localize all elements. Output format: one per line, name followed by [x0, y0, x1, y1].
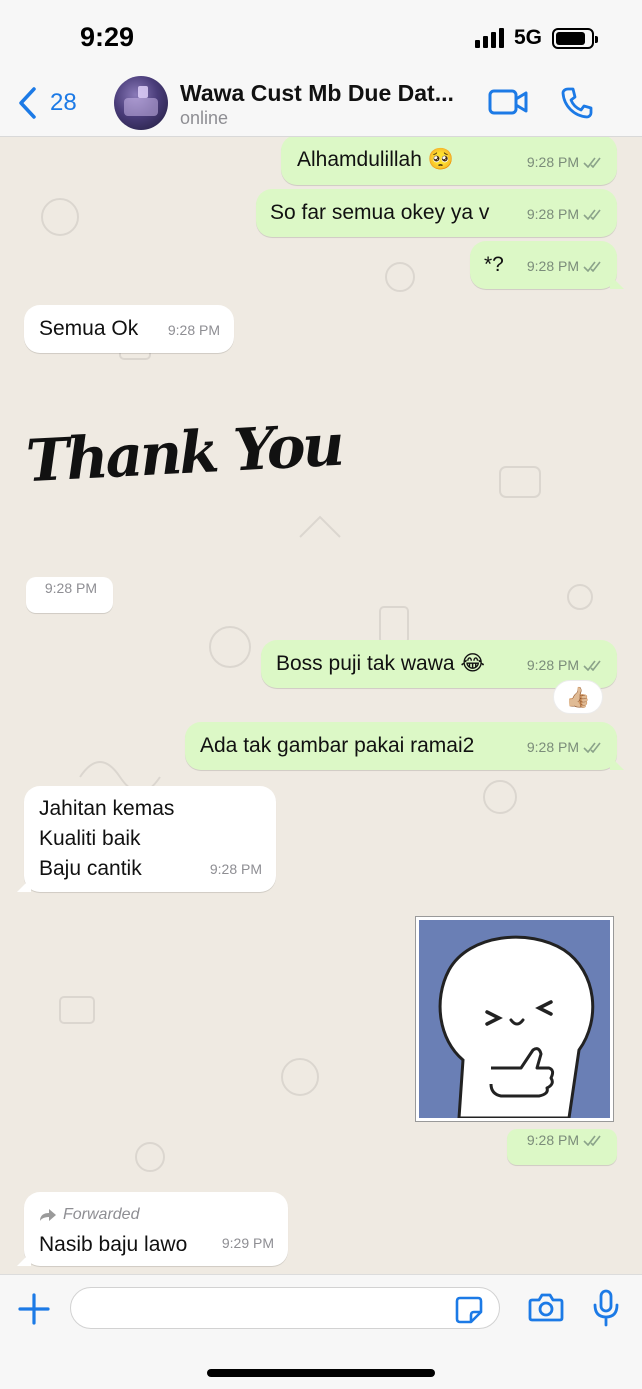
read-ticks-icon — [583, 261, 601, 272]
sticker-time-bubble: 9:28 PM — [26, 577, 113, 613]
message-input[interactable] — [70, 1287, 500, 1329]
forward-arrow-icon — [40, 1209, 56, 1221]
battery-icon — [552, 27, 598, 49]
message-bubble[interactable]: Ada tak gambar pakai ramai2 9:28 PM — [185, 722, 617, 770]
chat-header: 28 Wawa Cust Mb Due Dat... online — [0, 70, 642, 137]
network-type: 5G — [513, 26, 542, 49]
status-bar: 9:29 5G — [0, 0, 642, 70]
smiling-face-sticker — [419, 920, 610, 1120]
message-text: So far semua okey ya v — [270, 201, 490, 224]
message-time: 9:28 PM — [209, 861, 262, 877]
message-meta: 9:28 PM — [527, 1125, 603, 1155]
message-meta: 9:28 PM — [527, 732, 603, 762]
message-bubble[interactable]: Forwarded Nasib baju lawo 9:29 PM — [24, 1192, 288, 1266]
message-bubble[interactable]: Semua Ok 9:28 PM — [24, 305, 234, 353]
message-bubble[interactable]: *? 9:28 PM — [470, 241, 617, 289]
avatar[interactable] — [114, 76, 168, 130]
message-time: 9:28 PM — [44, 580, 97, 596]
read-ticks-icon — [583, 742, 601, 753]
chevron-left-icon — [19, 87, 36, 119]
sticker-icon — [455, 1296, 483, 1324]
status-time: 9:29 — [80, 22, 135, 52]
read-ticks-icon — [583, 209, 601, 220]
message-text: *? — [484, 253, 504, 276]
message-meta: 9:28 PM — [210, 854, 262, 884]
message-text: Alhamdulillah 🥺 — [297, 148, 454, 171]
message-meta: 9:29 PM — [222, 1228, 274, 1258]
message-time: 9:28 PM — [526, 258, 579, 274]
status-indicators: 5G — [474, 26, 598, 50]
sticker-button[interactable] — [454, 1295, 484, 1330]
unread-count: 28 — [50, 89, 77, 116]
message-meta: 9:28 PM — [527, 650, 603, 680]
message-text: Semua Ok — [39, 317, 139, 340]
microphone-icon — [593, 1289, 619, 1327]
voice-call-button[interactable] — [560, 86, 594, 125]
message-bubble[interactable]: Alhamdulillah 🥺 9:28 PM — [281, 137, 617, 185]
read-ticks-icon — [583, 660, 601, 671]
message-meta: 9:28 PM — [527, 199, 603, 229]
video-camera-icon — [488, 89, 528, 115]
microphone-button[interactable] — [592, 1289, 620, 1332]
reaction-badge[interactable]: 👍🏼 — [553, 680, 603, 714]
contact-status: online — [180, 108, 229, 128]
message-time: 9:28 PM — [526, 739, 579, 755]
message-time: 9:28 PM — [526, 154, 579, 170]
read-ticks-icon — [583, 1135, 601, 1146]
forwarded-text: Forwarded — [63, 1206, 140, 1223]
camera-icon — [528, 1293, 564, 1322]
plus-icon — [18, 1293, 50, 1325]
message-time: 9:28 PM — [526, 1132, 579, 1148]
message-time: 9:28 PM — [167, 322, 220, 338]
forwarded-label: Forwarded — [39, 1200, 273, 1230]
message-line: Jahitan kemas — [39, 797, 175, 820]
message-text: Boss puji tak wawa 😂 — [276, 652, 485, 675]
camera-button[interactable] — [528, 1291, 564, 1328]
phone-icon — [561, 87, 593, 119]
message-bubble[interactable]: So far semua okey ya v 9:28 PM — [256, 189, 617, 237]
message-time: 9:29 PM — [221, 1235, 274, 1251]
contact-name[interactable]: Wawa Cust Mb Due Dat... — [180, 80, 454, 107]
message-text: Ada tak gambar pakai ramai2 — [200, 734, 475, 757]
signal-icon — [474, 28, 504, 48]
message-bubble[interactable]: Jahitan kemas Kualiti baik Baju cantik 9… — [24, 786, 276, 892]
sticker-image[interactable] — [415, 916, 614, 1122]
message-time: 9:28 PM — [526, 206, 579, 222]
back-button[interactable]: 28 — [16, 86, 77, 120]
sticker-time-bubble: 9:28 PM — [507, 1129, 617, 1165]
chat-area[interactable]: Alhamdulillah 🥺 9:28 PM So far semua oke… — [0, 137, 642, 1274]
message-meta: 9:28 PM — [527, 251, 603, 281]
message-meta: 9:28 PM — [45, 573, 97, 603]
message-line: Kualiti baik — [39, 827, 141, 850]
read-ticks-icon — [583, 157, 601, 168]
home-indicator — [207, 1369, 435, 1377]
message-meta: 9:28 PM — [168, 315, 220, 345]
attach-button[interactable] — [16, 1291, 52, 1332]
message-time: 9:28 PM — [526, 657, 579, 673]
message-meta: 9:28 PM — [527, 147, 603, 177]
video-call-button[interactable] — [488, 86, 528, 123]
